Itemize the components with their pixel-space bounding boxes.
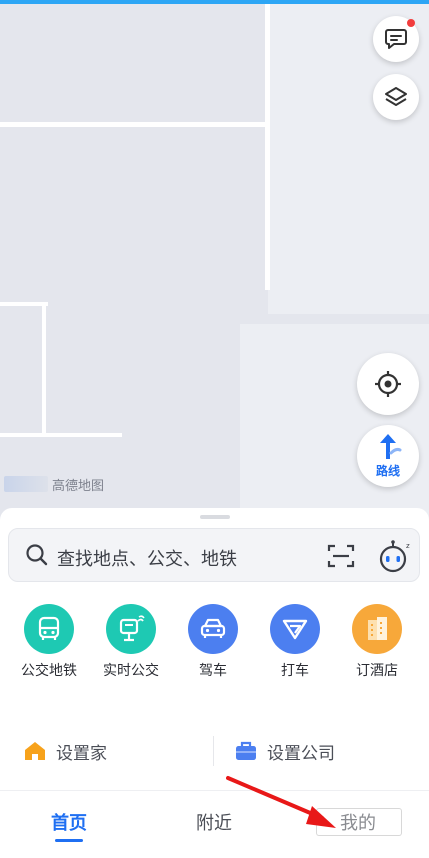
tab-home[interactable]: 首页 (51, 809, 87, 835)
bus-icon (24, 604, 74, 654)
message-icon (385, 29, 407, 49)
set-company-button[interactable]: 设置公司 (235, 728, 335, 774)
layers-icon (385, 87, 407, 106)
route-label: 路线 (375, 464, 400, 478)
locate-button[interactable] (357, 353, 419, 415)
active-tab-indicator (55, 839, 83, 842)
set-home-label: 设置家 (56, 743, 107, 764)
divider (213, 736, 214, 766)
search-placeholder[interactable]: 查找地点、公交、地铁 (57, 545, 237, 571)
route-arrow-icon (380, 434, 402, 459)
map-road (0, 302, 48, 306)
car-icon (188, 604, 238, 654)
quick-action-drive[interactable]: 驾车 (173, 604, 253, 680)
quick-action-taxi[interactable]: 打车 (255, 604, 335, 680)
bottom-sheet: 查找地点、公交、地铁 z 公交地铁 实时公交 驾车 打车 订酒店 设置家 设置公… (0, 508, 429, 858)
map-road (42, 302, 46, 434)
quick-action-label: 实时公交 (103, 663, 159, 679)
message-button[interactable] (373, 16, 419, 62)
crosshair-icon (375, 371, 401, 397)
map-road (0, 433, 122, 437)
saved-places: 设置家 设置公司 (0, 728, 429, 774)
search-icon (26, 544, 48, 566)
map-brand-label: 高德地图 (52, 478, 105, 494)
briefcase-icon (236, 741, 256, 760)
quick-action-bus-metro[interactable]: 公交地铁 (9, 604, 89, 680)
quick-action-label: 打车 (281, 663, 309, 679)
map-road (265, 4, 270, 290)
quick-action-label: 公交地铁 (21, 663, 77, 679)
map-attribution: 高德地图 (4, 474, 104, 494)
quick-action-realtime-bus[interactable]: 实时公交 (91, 604, 171, 680)
quick-action-hotel[interactable]: 订酒店 (337, 604, 417, 680)
voice-assistant-icon[interactable]: z (377, 539, 413, 573)
red-arrow-annotation (226, 776, 336, 828)
quick-action-label: 驾车 (199, 663, 227, 679)
search-bar[interactable]: 查找地点、公交、地铁 z (8, 528, 420, 582)
map-area (240, 324, 429, 524)
sheet-drag-handle[interactable] (200, 515, 230, 519)
hotel-icon (352, 604, 402, 654)
svg-text:z: z (406, 542, 410, 550)
quick-action-label: 订酒店 (356, 663, 398, 679)
taxi-icon (270, 604, 320, 654)
scan-icon[interactable] (327, 543, 355, 569)
blurred-logo (4, 476, 48, 492)
set-home-button[interactable]: 设置家 (24, 728, 107, 774)
map-road (0, 122, 270, 127)
notification-dot (407, 19, 415, 27)
layers-button[interactable] (373, 74, 419, 120)
bus-stop-icon (106, 604, 156, 654)
set-company-label: 设置公司 (267, 743, 335, 764)
quick-actions: 公交地铁 实时公交 驾车 打车 订酒店 (0, 604, 429, 694)
home-icon (25, 742, 45, 760)
route-button[interactable]: 路线 (357, 425, 419, 487)
